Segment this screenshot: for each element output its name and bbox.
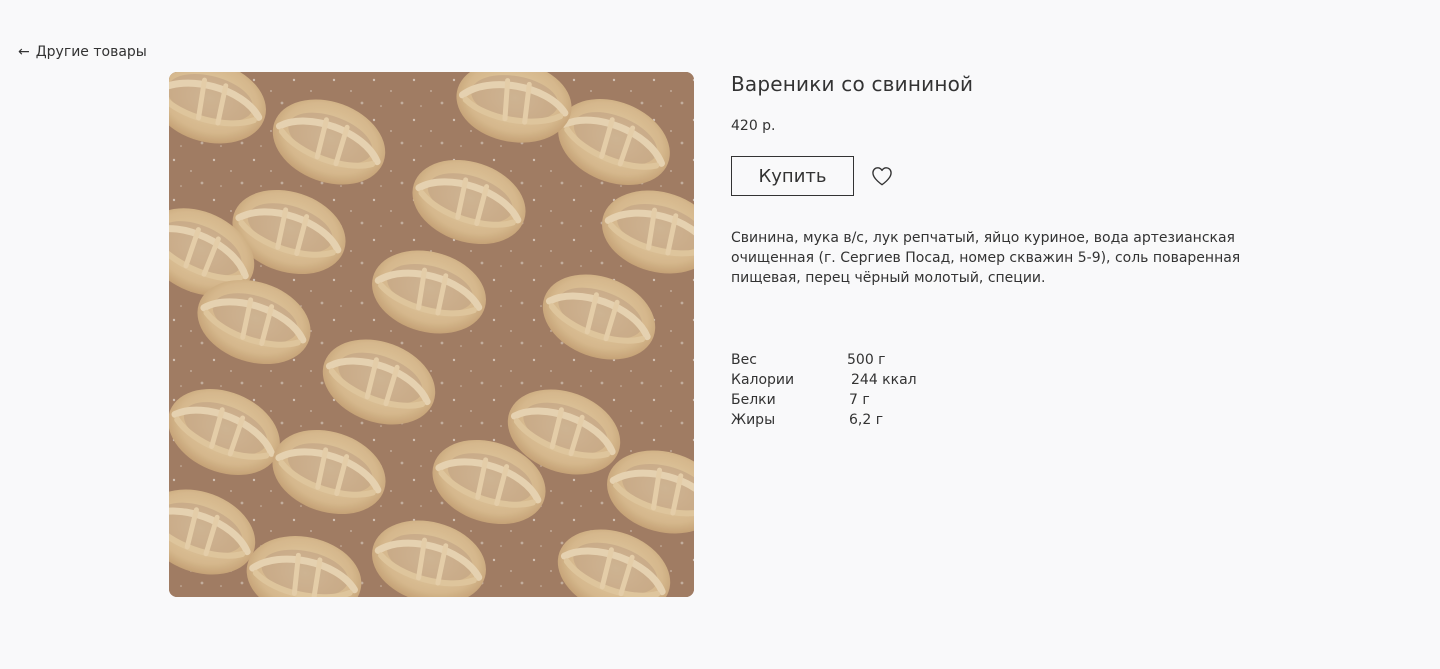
heart-icon <box>872 167 892 186</box>
nutrition-specs: Вес 500 г Калории 244 ккал Белки 7 г Жир… <box>731 350 1261 430</box>
product-description: Свинина, мука в/с, лук репчатый, яйцо ку… <box>731 230 1241 286</box>
back-link-label: Другие товары <box>35 44 147 60</box>
buy-button[interactable]: Купить <box>731 156 854 196</box>
spec-value: 244 ккал <box>851 372 917 388</box>
spec-value: 6,2 г <box>849 412 884 428</box>
arrow-left-icon: ← <box>18 44 30 60</box>
spec-row-calories: Калории 244 ккал <box>731 370 1261 390</box>
spec-value: 500 г <box>847 352 886 368</box>
spec-row-protein: Белки 7 г <box>731 390 1261 410</box>
product-photo <box>169 72 694 597</box>
favorite-button[interactable] <box>870 164 894 188</box>
spec-label: Калории <box>731 372 795 388</box>
product-page: ← Другие товары Вареники со свининой 420… <box>0 0 1440 669</box>
spec-label: Вес <box>731 352 757 368</box>
spec-label: Жиры <box>731 412 776 428</box>
product-title: Вареники со свининой <box>731 72 974 96</box>
product-price: 420 р. <box>731 118 776 134</box>
spec-row-weight: Вес 500 г <box>731 350 1261 370</box>
spec-label: Белки <box>731 392 776 408</box>
spec-value: 7 г <box>849 392 870 408</box>
back-link[interactable]: ← Другие товары <box>18 44 147 60</box>
product-info: Вареники со свининой 420 р. Купить Свини… <box>731 72 1261 430</box>
product-actions: Купить <box>731 156 1261 196</box>
spec-row-fat: Жиры 6,2 г <box>731 410 1261 430</box>
